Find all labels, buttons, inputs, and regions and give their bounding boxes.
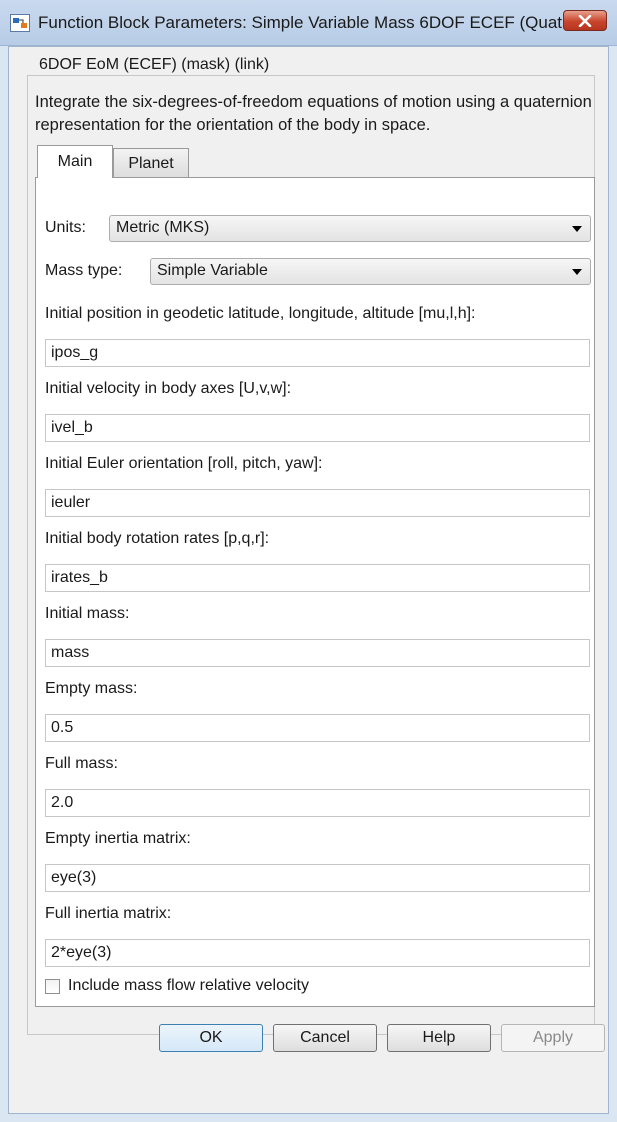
units-dropdown[interactable]: Metric (MKS) (109, 215, 591, 242)
initial-mass-label: Initial mass: (45, 605, 130, 622)
mass-flow-checkbox-label: Include mass flow relative velocity (68, 977, 309, 994)
tab-main[interactable]: Main (37, 145, 113, 178)
dialog-body: 6DOF EoM (ECEF) (mask) (link) Integrate … (8, 46, 609, 1114)
full-inertia-field[interactable] (45, 939, 590, 967)
units-value: Metric (MKS) (116, 219, 210, 236)
initial-rates-label: Initial body rotation rates [p,q,r]: (45, 530, 270, 547)
main-tab-panel: Units: Metric (MKS) Mass type: Simple Va… (35, 177, 595, 1007)
full-inertia-label: Full inertia matrix: (45, 905, 172, 922)
cancel-button[interactable]: Cancel (273, 1024, 377, 1052)
mass-flow-checkbox[interactable] (45, 979, 60, 994)
block-description: Integrate the six-degrees-of-freedom equ… (35, 93, 592, 134)
simulink-block-icon (10, 14, 30, 32)
tab-planet[interactable]: Planet (113, 148, 189, 178)
apply-button: Apply (501, 1024, 605, 1052)
mass-type-value: Simple Variable (157, 262, 268, 279)
chevron-down-icon (572, 226, 582, 232)
full-mass-label: Full mass: (45, 755, 118, 772)
initial-euler-field[interactable] (45, 489, 590, 517)
window-title: Function Block Parameters: Simple Variab… (38, 13, 577, 32)
units-label: Units: (45, 219, 86, 236)
empty-inertia-label: Empty inertia matrix: (45, 830, 191, 847)
initial-velocity-label: Initial velocity in body axes [U,v,w]: (45, 380, 292, 397)
empty-inertia-field[interactable] (45, 864, 590, 892)
full-mass-field[interactable] (45, 789, 590, 817)
chevron-down-icon (572, 269, 582, 275)
title-bar: Function Block Parameters: Simple Variab… (0, 0, 617, 46)
initial-mass-field[interactable] (45, 639, 590, 667)
initial-position-label: Initial position in geodetic latitude, l… (45, 305, 476, 322)
initial-velocity-field[interactable] (45, 414, 590, 442)
initial-rates-field[interactable] (45, 564, 590, 592)
empty-mass-label: Empty mass: (45, 680, 138, 697)
ok-button[interactable]: OK (159, 1024, 263, 1052)
mass-type-label: Mass type: (45, 262, 123, 279)
initial-euler-label: Initial Euler orientation [roll, pitch, … (45, 455, 323, 472)
close-button[interactable] (563, 10, 607, 31)
empty-mass-field[interactable] (45, 714, 590, 742)
close-icon (578, 14, 592, 27)
help-button[interactable]: Help (387, 1024, 491, 1052)
group-title: 6DOF EoM (ECEF) (mask) (link) (35, 56, 274, 74)
mass-type-dropdown[interactable]: Simple Variable (150, 258, 591, 285)
initial-position-field[interactable] (45, 339, 590, 367)
